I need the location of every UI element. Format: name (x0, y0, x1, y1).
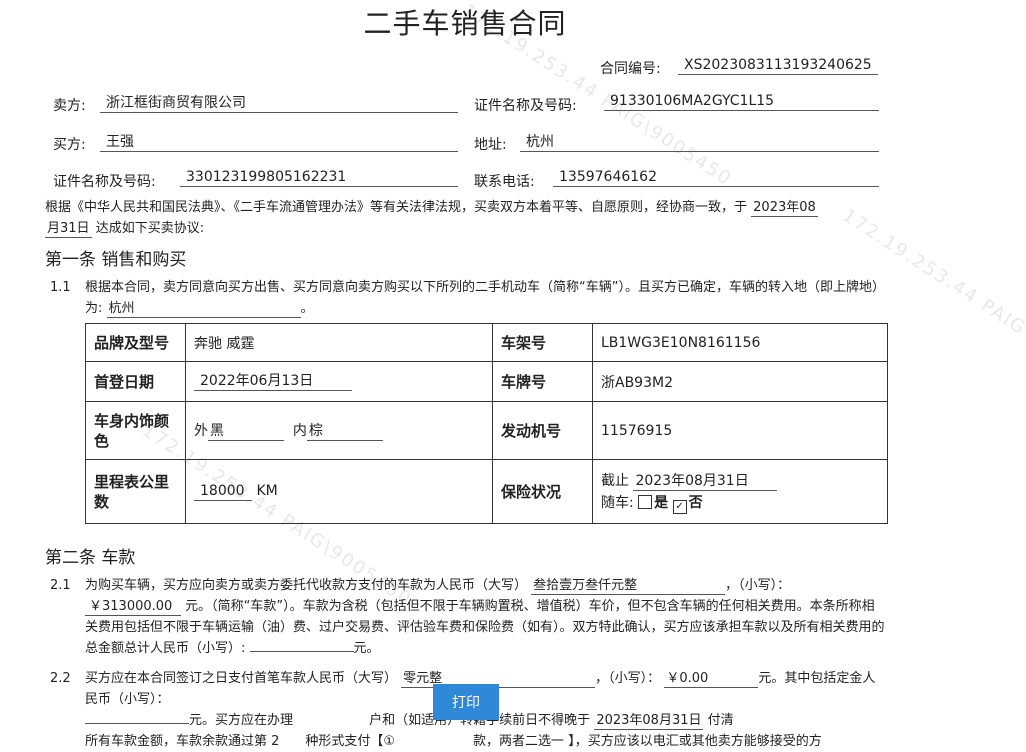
price-upper: 叁拾壹万叁仟元整 (531, 577, 726, 595)
vehicle-table: 品牌及型号 奔驰 威霆 车架号 LB1WG3E10N8161156 首登日期 2… (85, 323, 888, 524)
phone-label: 联系电话: (474, 174, 535, 190)
print-button[interactable]: 打印 (433, 684, 499, 720)
table-row: 品牌及型号 奔驰 威霆 车架号 LB1WG3E10N8161156 (85, 323, 888, 362)
interior-value: 棕 (306, 423, 383, 441)
page-title: 二手车销售合同 (363, 7, 567, 40)
mileage-unit: KM (256, 482, 278, 499)
plate-label: 车牌号 (492, 361, 593, 402)
insurance-yes-checkbox[interactable] (638, 494, 653, 509)
intro-paragraph: 根据《中华人民共和国民法典》、《二手车流通管理办法》等有关法律法规，买卖双方本着… (45, 200, 818, 238)
engine-label: 发动机号 (492, 401, 593, 460)
first-reg-label: 首登日期 (85, 361, 186, 402)
seller-value: 浙江框街商贸有限公司 (100, 93, 458, 113)
first-reg-value: 2022年06月13日 (194, 373, 352, 391)
mileage-label: 里程表公里数 (85, 459, 186, 524)
engine-value: 11576915 (592, 401, 888, 460)
first-reg-cell: 2022年06月13日 (185, 361, 493, 402)
buyer-id-label: 证件名称及号码: (53, 174, 156, 190)
buyer-id-value: 330123199805162231 (180, 167, 458, 187)
insurance-cell: 截止 2023年08月31日 随车: 是 ✓ 否 (592, 459, 888, 524)
table-row: 车身内饰颜色 外黑 内棕 发动机号 11576915 (85, 401, 888, 460)
mileage-cell: 18000 KM (185, 459, 493, 524)
phone-value: 13597646162 (553, 167, 879, 187)
clause-2-1-number: 2.1 (50, 578, 71, 593)
exterior-label: 外 (194, 423, 208, 439)
brand-value: 奔驰 威霆 (185, 323, 493, 362)
table-row: 首登日期 2022年06月13日 车牌号 浙AB93M2 (85, 361, 888, 402)
clause-2-1-text: 为购买车辆，买方应向卖方或卖方委托代收款方支付的车款为人民币（大写） 叁拾壹万叁… (85, 577, 885, 656)
exterior-value: 黑 (208, 423, 284, 441)
seller-label: 卖方: (53, 98, 86, 114)
insurance-until-label: 截止 (601, 472, 629, 489)
seller-id-value: 91330106MA2GYC1L15 (604, 91, 879, 111)
clause-2-2-number: 2.2 (50, 671, 71, 686)
first-payment-lower: ￥0.00 (664, 670, 759, 688)
brand-label: 品牌及型号 (85, 323, 186, 362)
buyer-value: 王强 (100, 132, 458, 152)
price-lower: ￥313000.00 (85, 598, 181, 616)
insurance-label: 保险状况 (492, 459, 593, 524)
insurance-no-checkbox[interactable]: ✓ (672, 499, 687, 514)
address-label: 地址: (474, 137, 507, 153)
clause-1-1-number: 1.1 (50, 280, 71, 295)
seller-id-label: 证件名称及号码: (474, 98, 577, 114)
vin-label: 车架号 (492, 323, 593, 362)
with-car-label: 随车: (601, 494, 634, 511)
interior-label: 内 (292, 423, 307, 439)
color-label: 车身内饰颜色 (85, 401, 186, 460)
deposit-amount (85, 723, 189, 724)
payment-deadline: 2023年08月31日 (594, 713, 704, 730)
clause-2-2-line3: 所有车款金额，车款余款通过第 2 种形式支付【① 款，两者二选一 】，买方应该以… (85, 734, 822, 749)
contract-no-value: XS2023083113193240625 (678, 55, 878, 75)
table-row: 里程表公里数 18000 KM 保险状况 截止 2023年08月31日 随车: … (85, 459, 888, 524)
section-2-title: 第二条 车款 (45, 548, 136, 568)
insurance-until-value: 2023年08月31日 (633, 473, 778, 491)
transfer-place: 杭州 (106, 300, 301, 318)
insurance-yes-label: 是 (654, 494, 669, 511)
plate-value: 浙AB93M2 (592, 361, 888, 402)
clause-1-1-text: 根据本合同，卖方同意向买方出售、买方同意向卖方购买以下所列的二手机动车（简称“车… (85, 280, 885, 318)
mileage-value: 18000 (194, 483, 252, 501)
total-amount (249, 651, 354, 652)
address-value: 杭州 (520, 132, 879, 152)
contract-no-label: 合同编号: (600, 61, 661, 77)
agreement-date: 2023年08 (751, 200, 818, 217)
buyer-label: 买方: (53, 137, 86, 153)
color-cell: 外黑 内棕 (185, 401, 493, 460)
agreement-date-cont: 月31日 (45, 221, 92, 238)
insurance-no-label: 否 (688, 494, 703, 511)
section-1-title: 第一条 销售和购买 (45, 250, 187, 270)
vin-value: LB1WG3E10N8161156 (592, 323, 888, 362)
